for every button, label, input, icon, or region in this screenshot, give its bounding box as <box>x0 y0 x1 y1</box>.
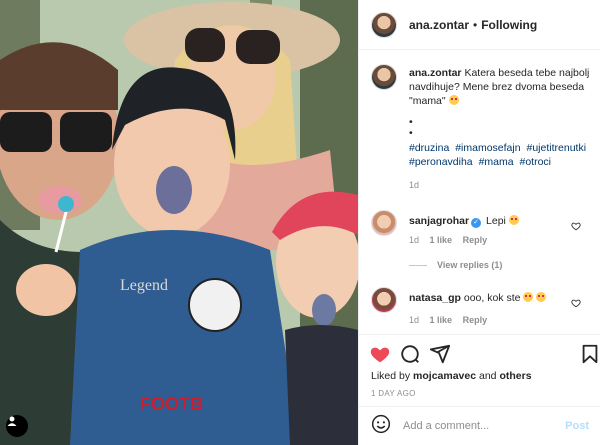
commenter-avatar[interactable] <box>371 287 397 313</box>
view-replies-button[interactable]: View replies (1) <box>409 260 502 270</box>
comment-like-count[interactable]: 1 like <box>430 315 453 325</box>
post-photo[interactable]: Legend FOOTB <box>0 0 358 445</box>
comment-item: natasa_gp ooo, kok ste 1d 1 like Reply <box>371 287 593 325</box>
view-replies-label[interactable]: View replies (1) <box>437 260 502 270</box>
caption-username[interactable]: ana.zontar <box>409 67 462 79</box>
comment-like-count[interactable]: 1 like <box>430 235 453 245</box>
share-icon[interactable] <box>429 343 451 365</box>
commenter-avatar[interactable] <box>371 210 397 236</box>
comment-composer: Post <box>359 406 600 445</box>
comment-icon[interactable] <box>399 343 421 365</box>
heart-eyes-emoji-icon <box>508 215 519 225</box>
author-avatar[interactable] <box>371 11 397 38</box>
svg-text:FOOTB: FOOTB <box>140 394 203 414</box>
hashtag-link[interactable]: #ujetitrenutki <box>527 142 587 154</box>
liked-by-prefix: Liked by <box>371 370 411 382</box>
comment-meta: 1d 1 like Reply <box>409 235 495 245</box>
comment-text: ooo, kok ste <box>463 292 521 304</box>
separator-dot: • <box>473 17 478 32</box>
post-actions-bar <box>359 334 600 374</box>
liked-by-others[interactable]: others <box>499 370 531 382</box>
caption-bullet: • <box>409 127 413 139</box>
heart-eyes-emoji-icon <box>523 292 534 302</box>
hashtag-link[interactable]: #imamosefajn <box>455 142 520 154</box>
liked-by-conjunction: and <box>479 370 497 382</box>
liked-by-user[interactable]: mojcamavec <box>413 370 476 382</box>
verified-badge-icon: ✓ <box>471 218 482 228</box>
post-date[interactable]: 1 DAY AGO <box>371 389 416 398</box>
likes-summary: Liked by mojcamavec and others <box>371 370 532 382</box>
svg-text:Legend: Legend <box>120 277 168 294</box>
commenter-username[interactable]: natasa_gp <box>409 292 461 304</box>
reply-button[interactable]: Reply <box>463 315 488 325</box>
caption-avatar[interactable] <box>371 64 397 90</box>
post-details-panel: ana.zontar • Following ana.zontar Katera… <box>358 0 600 445</box>
comment-item: sanjagrohar ✓ Lepi 1d 1 like Reply View r… <box>371 210 593 270</box>
reply-button[interactable]: Reply <box>463 235 488 245</box>
comment-timestamp[interactable]: 1d <box>409 315 419 325</box>
comments-list[interactable]: ana.zontar Katera beseda tebe najbolj na… <box>359 50 600 334</box>
post-header: ana.zontar • Following <box>359 0 600 50</box>
hashtag-link[interactable]: #druzina <box>409 142 449 154</box>
family-photo-illustration: Legend FOOTB <box>0 0 358 445</box>
heart-eyes-emoji-icon <box>536 292 547 302</box>
comment-input[interactable] <box>403 420 566 432</box>
heart-icon[interactable] <box>369 343 391 365</box>
hashtag-list: #druzina #imamosefajn #ujetitrenutki #pe… <box>409 141 599 169</box>
hashtag-link[interactable]: #peronavdiha <box>409 156 473 168</box>
like-comment-heart-icon[interactable] <box>571 295 581 313</box>
replies-divider <box>409 264 427 266</box>
caption-timestamp[interactable]: 1d <box>409 178 599 192</box>
hashtag-link[interactable]: #otroci <box>520 156 552 168</box>
caption-bullet: • <box>409 116 413 128</box>
user-tag-icon[interactable] <box>6 415 28 437</box>
smile-icon[interactable] <box>371 414 391 439</box>
post-comment-button[interactable]: Post <box>565 420 589 432</box>
following-button[interactable]: Following <box>481 18 537 32</box>
heart-eyes-emoji-icon <box>448 95 459 105</box>
bookmark-icon[interactable] <box>579 343 600 365</box>
author-username[interactable]: ana.zontar <box>409 18 469 32</box>
hashtag-link[interactable]: #mama <box>479 156 514 168</box>
comment-text: Lepi <box>486 215 506 227</box>
comment-timestamp[interactable]: 1d <box>409 235 419 245</box>
comment-meta: 1d 1 like Reply <box>409 315 495 325</box>
commenter-username[interactable]: sanjagrohar <box>409 215 469 227</box>
like-comment-heart-icon[interactable] <box>571 218 581 236</box>
